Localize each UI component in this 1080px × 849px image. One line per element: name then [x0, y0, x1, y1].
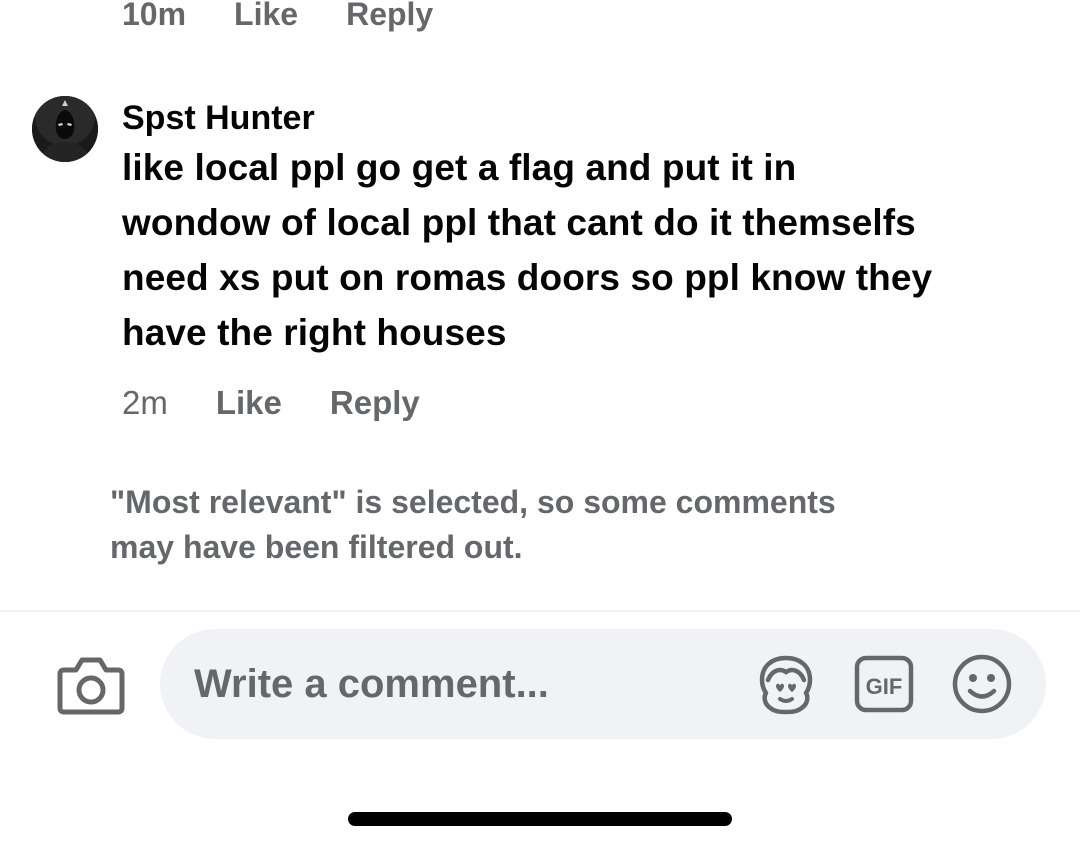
previous-comment-reply-button[interactable]: Reply	[346, 0, 433, 33]
reply-button[interactable]: Reply	[330, 384, 420, 422]
comment-text-line: need xs put on romas doors so ppl know t…	[122, 257, 933, 298]
comment-input-container[interactable]: GIF	[160, 629, 1046, 739]
comment-timestamp: 2m	[122, 384, 168, 421]
comment-input[interactable]	[194, 629, 734, 739]
comment-composer: GIF	[0, 612, 1080, 849]
like-button[interactable]: Like	[216, 384, 282, 422]
previous-comment-like-button[interactable]: Like	[234, 0, 298, 33]
author-avatar[interactable]	[32, 96, 98, 162]
avatar-sticker-icon	[759, 655, 813, 715]
comment-text-line: wondow of local ppl that cant do it them…	[122, 202, 916, 243]
camera-button[interactable]	[56, 654, 126, 716]
camera-icon	[57, 657, 125, 715]
emoji-button[interactable]	[950, 652, 1014, 716]
filter-notice-line: may have been filtered out.	[110, 529, 523, 565]
comment-body: Spst Hunter like local ppl go get a flag…	[122, 96, 1042, 422]
comment-text-line: have the right houses	[122, 312, 507, 353]
previous-comment-actions: 10m Like Reply	[122, 0, 481, 36]
gif-label: GIF	[866, 674, 903, 699]
avatar-sticker-button[interactable]	[754, 652, 818, 716]
filter-notice: "Most relevant" is selected, so some com…	[110, 480, 1010, 570]
home-indicator	[348, 812, 732, 826]
comment-text-line: like local ppl go get a flag and put it …	[122, 147, 797, 188]
comment-author-name[interactable]: Spst Hunter	[122, 96, 1042, 140]
filter-notice-line: "Most relevant" is selected, so some com…	[110, 484, 836, 520]
emoji-icon	[952, 654, 1012, 714]
gif-icon: GIF	[854, 655, 914, 713]
gif-button[interactable]: GIF	[852, 652, 916, 716]
comment-actions: 2m Like Reply	[122, 384, 1042, 422]
comment-text: like local ppl go get a flag and put it …	[122, 140, 1042, 360]
previous-comment-timestamp: 10m	[122, 0, 187, 32]
hooded-figure-avatar-icon	[32, 96, 98, 162]
